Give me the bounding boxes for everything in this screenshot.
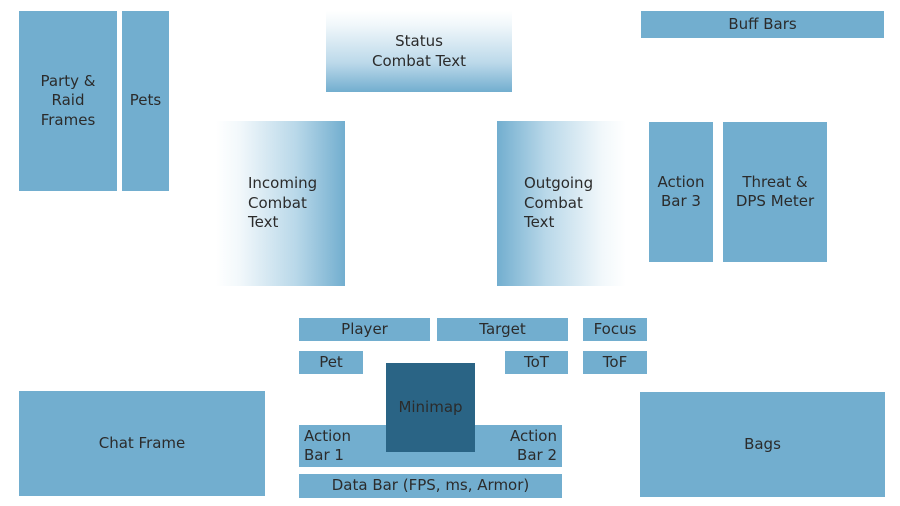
data-bar-label: Data Bar (FPS, ms, Armor) bbox=[331, 476, 530, 495]
region-chat-frame[interactable]: Chat Frame bbox=[19, 391, 265, 496]
region-target-of-target-frame[interactable]: ToT bbox=[505, 351, 568, 374]
party-raid-frames-label: Party & Raid Frames bbox=[40, 71, 96, 129]
ui-layout-canvas: Party & Raid Frames Pets Status Combat T… bbox=[0, 0, 900, 506]
outgoing-combat-text-label: Outgoing Combat Text bbox=[524, 174, 594, 232]
player-frame-label: Player bbox=[341, 319, 388, 338]
region-action-bar-3[interactable]: Action Bar 3 bbox=[649, 122, 713, 262]
buff-bars-label: Buff Bars bbox=[728, 14, 797, 33]
region-party-raid-frames[interactable]: Party & Raid Frames bbox=[19, 11, 117, 191]
action-bar-2-label: Action Bar 2 bbox=[510, 426, 557, 465]
action-bar-3-label: Action Bar 3 bbox=[657, 172, 705, 211]
region-pets[interactable]: Pets bbox=[122, 11, 169, 191]
region-player-frame[interactable]: Player bbox=[299, 318, 430, 341]
region-buff-bars[interactable]: Buff Bars bbox=[641, 11, 884, 38]
region-threat-dps-meter[interactable]: Threat & DPS Meter bbox=[723, 122, 827, 262]
target-of-focus-frame-label: ToF bbox=[602, 352, 628, 371]
region-bags[interactable]: Bags bbox=[640, 392, 885, 497]
region-minimap[interactable]: Minimap bbox=[386, 363, 475, 452]
region-status-combat-text[interactable]: Status Combat Text bbox=[326, 11, 512, 92]
region-target-of-focus-frame[interactable]: ToF bbox=[583, 351, 647, 374]
bags-label: Bags bbox=[744, 434, 781, 453]
incoming-combat-text-label: Incoming Combat Text bbox=[248, 174, 318, 232]
region-incoming-combat-text[interactable]: Incoming Combat Text bbox=[216, 121, 345, 286]
chat-frame-label: Chat Frame bbox=[98, 433, 186, 452]
region-focus-frame[interactable]: Focus bbox=[583, 318, 647, 341]
status-combat-text-label: Status Combat Text bbox=[372, 32, 466, 70]
threat-dps-meter-label: Threat & DPS Meter bbox=[735, 172, 815, 211]
region-pet-frame[interactable]: Pet bbox=[299, 351, 363, 374]
region-outgoing-combat-text[interactable]: Outgoing Combat Text bbox=[497, 121, 626, 286]
focus-frame-label: Focus bbox=[593, 319, 637, 338]
target-frame-label: Target bbox=[479, 319, 526, 338]
pets-label: Pets bbox=[129, 91, 162, 110]
region-target-frame[interactable]: Target bbox=[437, 318, 568, 341]
action-bar-1-label: Action Bar 1 bbox=[304, 426, 351, 465]
region-data-bar[interactable]: Data Bar (FPS, ms, Armor) bbox=[299, 474, 562, 498]
pet-frame-label: Pet bbox=[319, 352, 343, 371]
target-of-target-frame-label: ToT bbox=[524, 352, 549, 371]
minimap-label: Minimap bbox=[398, 397, 463, 416]
